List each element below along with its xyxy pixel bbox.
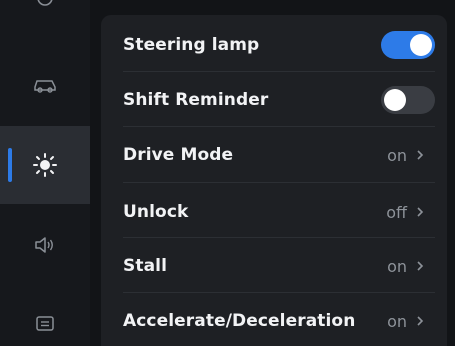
stall-label: Stall (123, 256, 167, 276)
chevron-right-icon (417, 207, 424, 217)
steering-lamp-toggle[interactable] (381, 31, 435, 59)
unlock-label: Unlock (123, 202, 189, 222)
stall-value-group: on (387, 257, 427, 276)
car-icon (34, 80, 56, 93)
settings-screen: Steering lamp Shift Reminder Drive Mode … (0, 0, 455, 346)
accelerate-label: Accelerate/Deceleration (123, 311, 356, 331)
unlock-value-group: off (386, 203, 427, 222)
stall-value: on (387, 256, 407, 276)
chevron-right-icon (417, 150, 424, 160)
drive-mode-row[interactable]: Drive Mode on (123, 127, 435, 183)
shift-reminder-toggle[interactable] (381, 86, 435, 114)
shift-reminder-row[interactable]: Shift Reminder (123, 72, 435, 128)
steering-lamp-row[interactable]: Steering lamp (123, 17, 435, 73)
toggle-knob (384, 89, 406, 111)
sidebar-item-top[interactable] (0, 0, 90, 20)
accelerate-value-group: on (387, 312, 427, 331)
sidebar-item-sound[interactable] (0, 228, 90, 262)
divider (123, 182, 435, 183)
sidebar-item-messages[interactable] (0, 306, 90, 342)
drive-mode-value-group: on (387, 146, 427, 165)
drive-mode-label: Drive Mode (123, 145, 234, 165)
steering-lamp-label: Steering lamp (123, 35, 260, 55)
sidebar (0, 0, 90, 346)
accelerate-row[interactable]: Accelerate/Deceleration on (123, 293, 435, 346)
unlock-value: off (386, 202, 407, 222)
chevron-right-icon (417, 316, 424, 326)
sidebar-item-display[interactable] (0, 126, 90, 204)
stall-row[interactable]: Stall on (123, 238, 435, 294)
accelerate-value: on (387, 311, 407, 331)
sun-brightness-icon (33, 153, 57, 177)
active-indicator (8, 148, 12, 182)
partial-icon (37, 0, 53, 6)
drive-mode-value: on (387, 145, 407, 165)
chevron-right-icon (417, 261, 424, 271)
settings-panel: Steering lamp Shift Reminder Drive Mode … (101, 15, 447, 346)
toggle-knob (410, 34, 432, 56)
message-icon (36, 316, 54, 331)
shift-reminder-label: Shift Reminder (123, 90, 269, 110)
sidebar-item-vehicle[interactable] (0, 68, 90, 102)
speaker-icon (35, 237, 53, 253)
unlock-row[interactable]: Unlock off (123, 184, 435, 240)
